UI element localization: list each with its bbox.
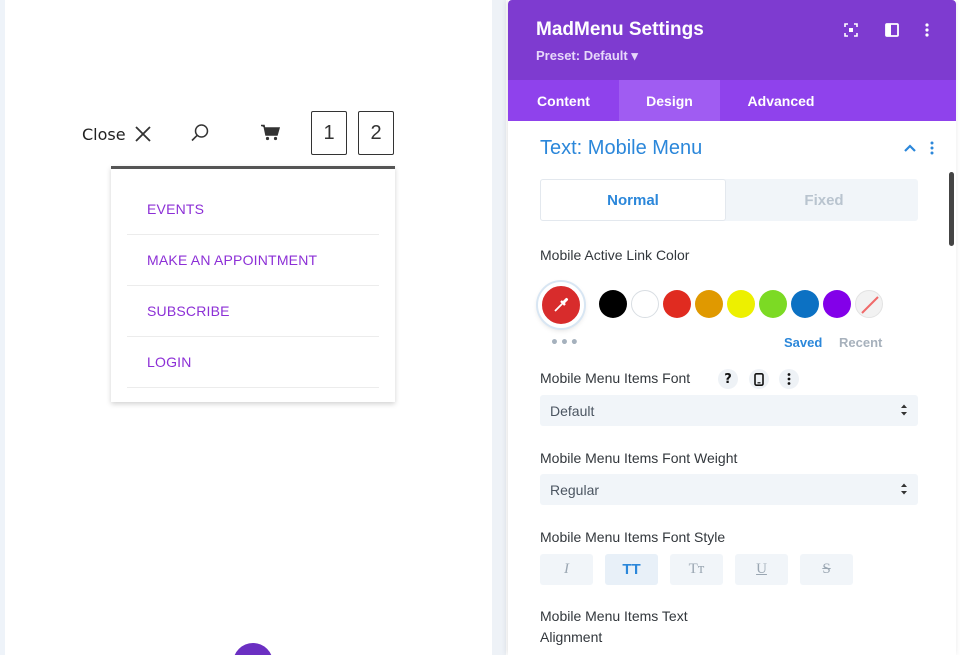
saved-colors-tab[interactable]: Saved — [784, 335, 822, 350]
panel-title: MadMenu Settings — [536, 19, 704, 40]
close-label: Close — [82, 124, 126, 144]
settings-panel: MadMenu Settings Preset: Default ▾ Conte… — [508, 0, 956, 655]
menu-item-login[interactable]: LOGIN — [127, 337, 379, 388]
cart-icon[interactable] — [261, 124, 280, 141]
state-fixed-tab[interactable]: Fixed — [730, 179, 918, 221]
swatch-blue[interactable] — [791, 290, 819, 318]
menu-item-label: EVENTS — [147, 201, 205, 217]
no-color-icon — [861, 296, 879, 314]
italic-icon: I — [564, 561, 569, 577]
select-arrows-icon — [901, 483, 907, 495]
preview-left-border — [0, 0, 5, 655]
page-preview: Close 1 2 EVENTS MAKE AN APPOINTMENT SUB… — [0, 0, 506, 655]
eyedropper-icon — [554, 298, 568, 312]
font-weight-label: Mobile Menu Items Font Weight — [540, 450, 738, 466]
close-menu-button[interactable]: Close — [82, 121, 152, 147]
panel-tabs: Content Design Advanced — [508, 80, 956, 121]
select-arrows-icon — [901, 404, 907, 416]
tab-label: Content — [537, 92, 590, 109]
menu-item-label: MAKE AN APPOINTMENT — [147, 252, 318, 268]
menu-item-subscribe[interactable]: SUBSCRIBE — [127, 286, 379, 337]
swatch-white[interactable] — [631, 290, 659, 318]
tab-content[interactable]: Content — [508, 80, 619, 121]
swatch-yellow[interactable] — [727, 290, 755, 318]
font-weight-select[interactable]: Regular — [540, 474, 918, 505]
strikethrough-icon: S — [822, 561, 831, 577]
state-normal-tab[interactable]: Normal — [540, 179, 726, 221]
capitalize-button[interactable]: Tт — [670, 554, 723, 585]
tab-design[interactable]: Design — [619, 80, 720, 121]
swatch-orange[interactable] — [695, 290, 723, 318]
mobile-menu-dropdown: EVENTS MAKE AN APPOINTMENT SUBSCRIBE LOG… — [111, 166, 395, 402]
capitalize-icon: Tт — [688, 561, 705, 577]
alignment-label-line2: Alignment — [540, 629, 603, 645]
swatch-black[interactable] — [599, 290, 627, 318]
underline-button[interactable]: U — [735, 554, 788, 585]
font-select-value: Default — [550, 402, 595, 419]
alignment-label-line1: Mobile Menu Items Text — [540, 608, 688, 624]
section-title[interactable]: Text: Mobile Menu — [540, 137, 702, 160]
state-fixed-label: Fixed — [804, 191, 844, 209]
mobile-device-icon[interactable] — [749, 369, 769, 389]
help-icon[interactable]: ? — [718, 369, 738, 389]
menu-item-label: SUBSCRIBE — [147, 303, 230, 319]
field-options-icon[interactable] — [779, 369, 799, 389]
section-more-icon[interactable] — [928, 140, 936, 156]
preview-right-border — [492, 0, 506, 655]
button-box-2-label: 2 — [370, 121, 382, 144]
search-icon[interactable] — [190, 123, 210, 143]
fullscreen-icon[interactable] — [843, 22, 859, 38]
swatch-none[interactable] — [855, 290, 883, 318]
tab-label: Design — [646, 92, 693, 109]
button-box-1-label: 1 — [323, 121, 335, 144]
chevron-up-icon[interactable] — [903, 141, 917, 155]
button-box-1[interactable]: 1 — [311, 111, 347, 155]
tab-label: Advanced — [747, 92, 815, 109]
state-normal-label: Normal — [607, 191, 659, 209]
italic-button[interactable]: I — [540, 554, 593, 585]
recent-colors-tab[interactable]: Recent — [839, 335, 882, 350]
swatch-purple[interactable] — [823, 290, 851, 318]
button-box-2[interactable]: 2 — [358, 111, 394, 155]
color-picker-button[interactable] — [538, 282, 584, 328]
swatch-green[interactable] — [759, 290, 787, 318]
font-select[interactable]: Default — [540, 395, 918, 426]
close-icon — [134, 126, 151, 142]
uppercase-icon: TT — [622, 561, 641, 578]
underline-icon: U — [756, 561, 767, 577]
preset-dropdown[interactable]: Preset: Default ▾ — [536, 48, 638, 64]
tab-advanced[interactable]: Advanced — [720, 80, 842, 121]
font-style-label: Mobile Menu Items Font Style — [540, 529, 726, 545]
builder-fab-button[interactable] — [233, 643, 273, 655]
more-options-icon[interactable] — [919, 22, 935, 38]
split-view-icon[interactable] — [884, 22, 900, 38]
font-label: Mobile Menu Items Font — [540, 370, 691, 386]
menu-item-label: LOGIN — [147, 354, 192, 370]
more-colors-icon[interactable]: ••• — [550, 335, 580, 351]
font-weight-value: Regular — [550, 481, 600, 498]
active-link-color-label: Mobile Active Link Color — [540, 247, 690, 263]
uppercase-button[interactable]: TT — [605, 554, 658, 585]
menu-item-events[interactable]: EVENTS — [127, 184, 379, 235]
panel-header: MadMenu Settings Preset: Default ▾ — [508, 0, 956, 80]
strikethrough-button[interactable]: S — [800, 554, 853, 585]
swatch-red[interactable] — [663, 290, 691, 318]
menu-item-make-an-appointment[interactable]: MAKE AN APPOINTMENT — [127, 235, 379, 286]
panel-scrollbar[interactable] — [949, 172, 954, 246]
state-toggle: Normal Fixed — [540, 179, 918, 221]
